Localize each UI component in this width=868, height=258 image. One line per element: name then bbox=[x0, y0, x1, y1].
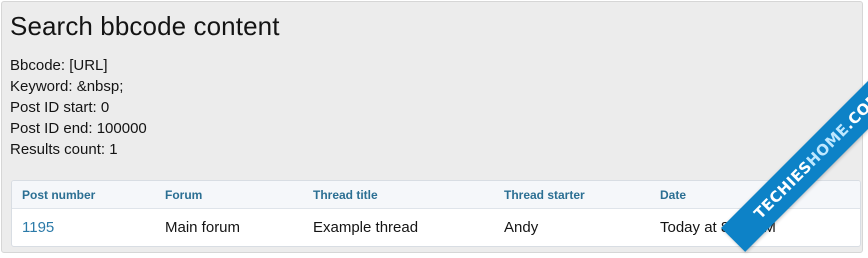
column-header-thread-starter: Thread starter bbox=[504, 188, 585, 202]
column-header-thread-title: Thread title bbox=[313, 188, 378, 202]
column-header-forum: Forum bbox=[165, 188, 203, 202]
post-id-start-line: Post ID start: 0 bbox=[10, 99, 110, 116]
thread-title-cell: Example thread bbox=[313, 219, 419, 236]
date-cell: Today at 8:00 AM bbox=[660, 219, 776, 236]
column-header-post-number: Post number bbox=[22, 188, 96, 202]
bbcode-line: Bbcode: [URL] bbox=[10, 57, 108, 74]
thread-starter-cell: Andy bbox=[504, 219, 539, 236]
keyword-line: Keyword: &nbsp; bbox=[10, 78, 124, 95]
search-info: Bbcode: [URL] Keyword: &nbsp; Post ID st… bbox=[10, 55, 147, 160]
content-panel: Search bbcode content Bbcode: [URL] Keyw… bbox=[1, 1, 863, 253]
table-header: Post number Forum Thread title Thread st… bbox=[12, 181, 860, 209]
forum-cell: Main forum bbox=[165, 219, 241, 236]
post-number-link[interactable]: 1195 bbox=[22, 219, 54, 237]
post-id-end-line: Post ID end: 100000 bbox=[10, 120, 147, 137]
results-count-line: Results count: 1 bbox=[10, 141, 118, 158]
column-header-date: Date bbox=[660, 188, 687, 202]
table-row: 1195 Main forum Example thread Andy Toda… bbox=[12, 209, 860, 246]
page-title: Search bbcode content bbox=[10, 11, 280, 41]
results-table: Post number Forum Thread title Thread st… bbox=[11, 180, 861, 247]
